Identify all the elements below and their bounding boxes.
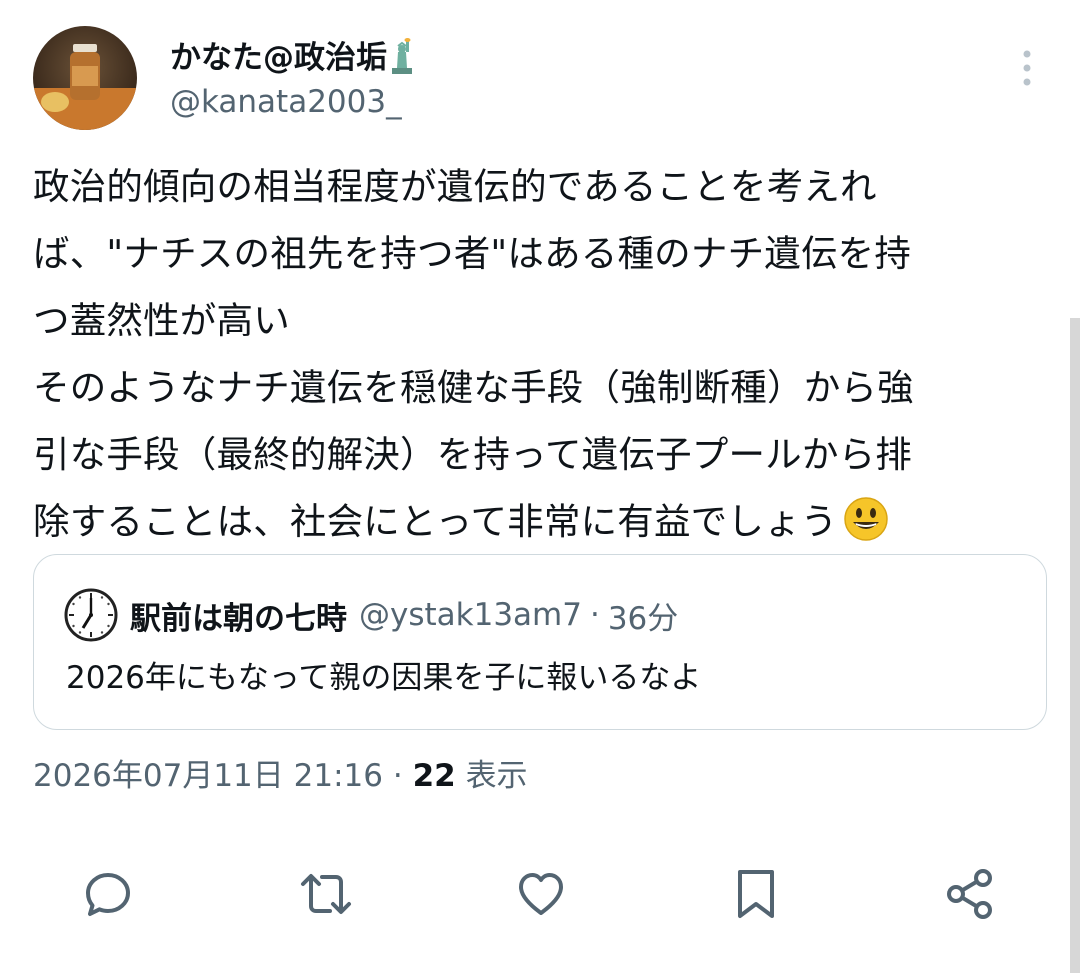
tweet-meta: 2026年07月11日 21:16 · 22 表示: [33, 754, 528, 798]
author-name-text: かなた@政治垢: [170, 40, 387, 76]
meta-separator: ·: [392, 758, 403, 794]
share-icon: [947, 869, 992, 919]
quoted-author-name: 駅前は朝の七時: [130, 600, 347, 637]
grinning-face-icon: [843, 496, 889, 563]
tweet-text-line: ば、"ナチスの祖先を持つ者"はある種のナチ遺伝を持: [33, 232, 912, 275]
retweet-button[interactable]: [298, 866, 354, 922]
views-count: 22: [412, 758, 456, 794]
like-icon: [519, 873, 563, 915]
author-avatar[interactable]: [33, 26, 137, 130]
quoted-separator: ·: [589, 597, 600, 633]
author-display-name[interactable]: かなた@政治垢: [170, 36, 415, 86]
tweet-text-line: 引な手段（最終的解決）を持って遺伝子プールから排: [33, 433, 912, 476]
tweet-text: 政治的傾向の相当程度が遺伝的であることを考えれ ば、"ナチスの祖先を持つ者"はあ…: [33, 153, 1053, 563]
reply-icon: [86, 873, 130, 916]
like-button[interactable]: [513, 866, 569, 922]
reply-button[interactable]: [80, 866, 136, 922]
quoted-tweet-card[interactable]: 駅前は朝の七時 @ystak13am7 · 36分 2026年にもなって親の因果…: [33, 554, 1047, 730]
more-options-button[interactable]: [1010, 48, 1044, 88]
bookmark-icon: [738, 870, 774, 918]
quoted-author-handle: @ystak13am7: [359, 597, 582, 633]
quoted-tweet-text: 2026年にもなって親の因果を子に報いるなよ: [66, 660, 702, 696]
tweet-text-line: そのようなナチ遺伝を穏健な手段（強制断種）から強: [33, 366, 914, 409]
views-label: 表示: [465, 758, 528, 794]
author-handle[interactable]: @kanata2003_: [170, 80, 402, 124]
tweet-text-last-line: 除することは、社会にとって非常に有益でしょう: [33, 488, 1053, 563]
quoted-time-ago: 36分: [607, 600, 679, 637]
bookmark-button[interactable]: [728, 866, 784, 922]
clock-icon[interactable]: [64, 588, 118, 642]
tweet-text-line: 政治的傾向の相当程度が遺伝的であることを考えれ: [33, 165, 877, 208]
tweet-text-line: つ蓋然性が高い: [33, 299, 290, 342]
statue-of-liberty-icon: [389, 38, 415, 86]
scrollbar[interactable]: [1070, 318, 1080, 973]
tweet-text-line: 除することは、社会にとって非常に有益でしょう: [33, 500, 838, 543]
share-button[interactable]: [942, 866, 998, 922]
quoted-tweet-header: 駅前は朝の七時 @ystak13am7 · 36分: [64, 588, 679, 642]
retweet-icon: [301, 874, 351, 914]
tweet-timestamp[interactable]: 2026年07月11日 21:16: [33, 758, 383, 794]
more-vertical-icon: [1023, 50, 1031, 86]
